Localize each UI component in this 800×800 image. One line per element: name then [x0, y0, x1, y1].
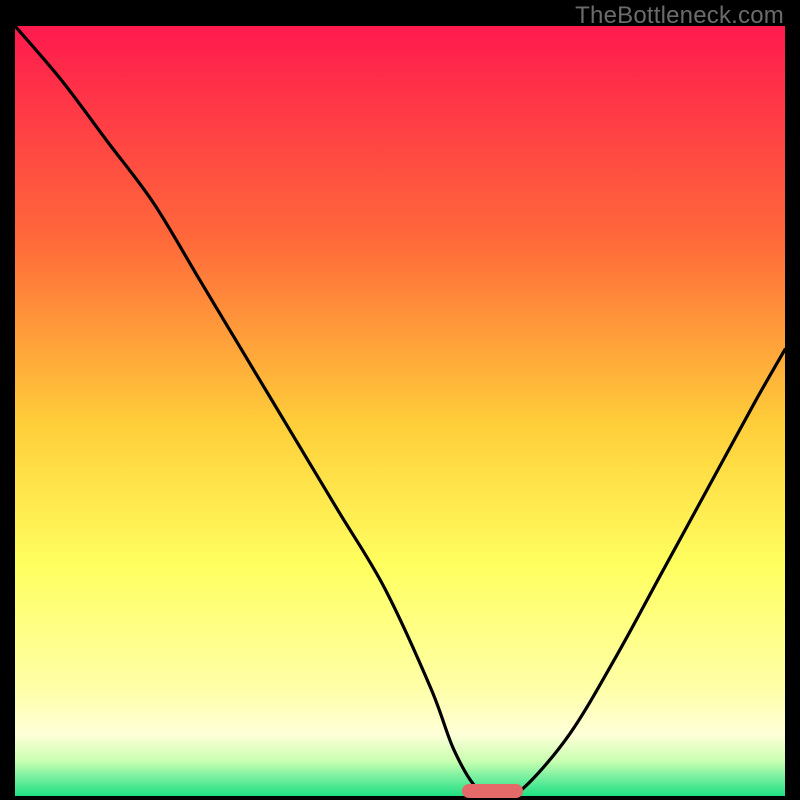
- gradient-background: [15, 26, 785, 796]
- optimal-range-marker: [462, 784, 524, 798]
- chart-frame: [15, 26, 785, 796]
- bottleneck-chart: [15, 26, 785, 796]
